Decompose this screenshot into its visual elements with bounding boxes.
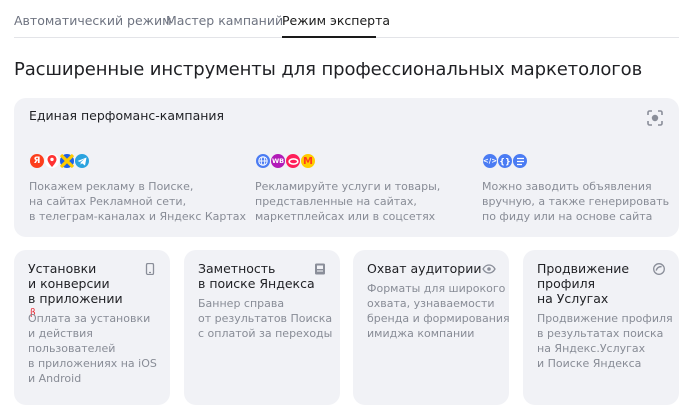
services-icon (653, 263, 665, 275)
search-page-icon (315, 263, 325, 275)
desc-line: Продвижение профиля (537, 312, 673, 325)
yandex-logo-icon: Я (29, 153, 45, 169)
title-line: и конверсии (28, 276, 110, 291)
eye-icon (482, 264, 496, 274)
tab-automatic-mode[interactable]: Автоматический режим (14, 13, 172, 28)
title-line: Продвижение (537, 261, 630, 276)
title-text: в приложении (28, 291, 123, 306)
desc-line: имиджа компании (367, 327, 475, 340)
ozon-icon (285, 153, 301, 169)
search-visibility-card[interactable]: Заметность в поиске Яндекса Баннер справ… (184, 250, 340, 405)
desc-line: в результатах поиска (537, 327, 664, 340)
tab-campaign-wizard[interactable]: Мастер кампаний (166, 13, 283, 28)
app-installs-card[interactable]: Установки и конверсии в приложении β Опла… (14, 250, 170, 405)
title-line: в поиске Яндекса (198, 276, 315, 291)
title-line: Охват аудитории (367, 261, 482, 276)
globe-icon (255, 153, 271, 169)
desc-line: с оплатой за переходы (198, 327, 333, 340)
icons-row: WB M (255, 152, 455, 170)
desc-line: представленные на сайтах, (255, 195, 417, 208)
desc-line: в приложениях на iOS (28, 357, 157, 370)
tab-expert-mode[interactable]: Режим эксперта (282, 13, 390, 28)
telegram-icon (74, 153, 90, 169)
code-icon: </> (482, 153, 498, 169)
brackets-icon: {} (497, 153, 513, 169)
perf-column-description: Покажем рекламу в Поиске, на сайтах Рекл… (29, 179, 247, 224)
desc-line: Можно заводить объявления (482, 180, 652, 193)
desc-line: по фиду или на основе сайта (482, 210, 653, 223)
icons-row: Я (29, 152, 229, 170)
title-line: на Услугах (537, 291, 609, 306)
perf-column-products: WB M Рекламируйте услуги и товары, предс… (255, 152, 455, 224)
title-line: Заметность (198, 261, 276, 276)
performance-campaign-card[interactable]: Единая перфоманс-кампания Я Покажем рекл… (14, 98, 679, 237)
scan-icon (647, 110, 663, 126)
page-title: Расширенные инструменты для профессионал… (14, 59, 643, 80)
desc-line: Покажем рекламу в Поиске, (29, 180, 194, 193)
desc-line: маркетплейсах или в соцсетях (255, 210, 436, 223)
desc-line: и Android (28, 372, 82, 385)
desc-line: Оплата за установки (28, 312, 151, 325)
perf-column-ads-placement: Я Покажем рекламу в Поиске, на сайтах Ре… (29, 152, 247, 224)
active-tab-indicator (282, 36, 376, 38)
card-title: Продвижение профиля на Услугах (537, 261, 662, 306)
desc-line: охвата, узнаваемости (367, 297, 495, 310)
desc-line: и действия (28, 327, 93, 340)
phone-icon (145, 263, 155, 275)
card-description: Оплата за установки и действия пользоват… (28, 311, 157, 386)
desc-line: от результатов Поиска (198, 312, 333, 325)
perf-column-description: Можно заводить объявления вручную, а так… (482, 179, 682, 224)
document-icon (512, 153, 528, 169)
desc-line: и Поиске Яндекса (537, 357, 642, 370)
perf-column-ad-creation: </> {} Можно заводить объявления вручную… (482, 152, 682, 224)
title-line: профиля (537, 276, 596, 291)
desc-line: Баннер справа (198, 297, 285, 310)
icons-row: </> {} (482, 152, 682, 170)
card-title: Охват аудитории (367, 261, 492, 276)
yandex-market-icon: M (300, 153, 316, 169)
services-promotion-card[interactable]: Продвижение профиля на Услугах Продвижен… (523, 250, 679, 405)
desc-line: Рекламируйте услуги и товары, (255, 180, 441, 193)
maps-pin-icon (44, 153, 60, 169)
perf-column-description: Рекламируйте услуги и товары, представле… (255, 179, 455, 224)
wildberries-icon: WB (270, 153, 286, 169)
performance-campaign-title: Единая перфоманс-кампания (29, 108, 225, 123)
desc-line: пользователей (28, 342, 116, 355)
desc-line: бренда и формирования (367, 312, 510, 325)
desc-line: вручную, а также генерировать (482, 195, 670, 208)
card-description: Форматы для широкого охвата, узнаваемост… (367, 281, 510, 341)
audience-reach-card[interactable]: Охват аудитории Форматы для широкого охв… (353, 250, 510, 405)
desc-line: на сайтах Рекламной сети, (29, 195, 187, 208)
card-description: Баннер справа от результатов Поиска с оп… (198, 296, 332, 341)
mode-tabs: Автоматический режим Мастер кампаний Реж… (14, 0, 679, 38)
title-line: Установки (28, 261, 97, 276)
desc-line: в телеграм-каналах и Яндекс Картах (29, 210, 247, 223)
card-description: Продвижение профиля в результатах поиска… (537, 311, 673, 371)
desc-line: Форматы для широкого (367, 282, 506, 295)
card-title: Заметность в поиске Яндекса (198, 261, 323, 291)
yandex-services-icon (59, 153, 75, 169)
desc-line: на Яндекс.Услугах (537, 342, 646, 355)
